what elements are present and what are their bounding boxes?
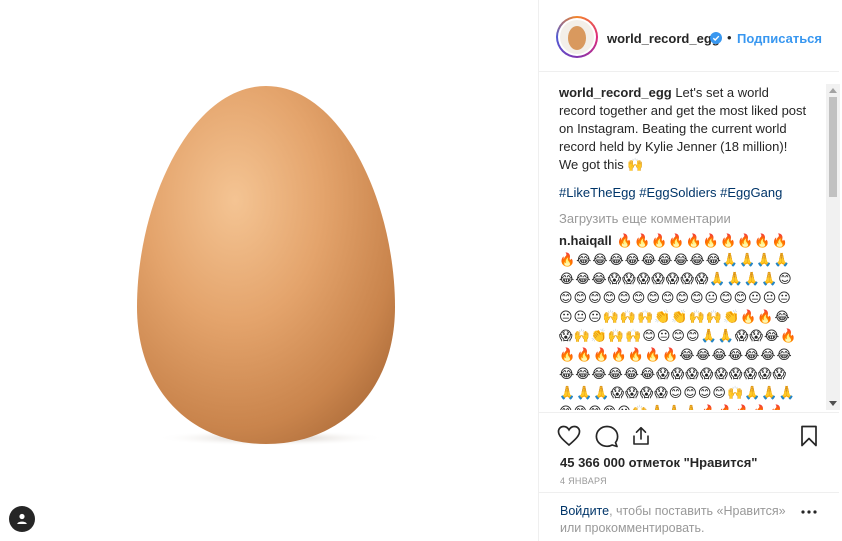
avatar[interactable] bbox=[556, 16, 598, 58]
comment-icon[interactable] bbox=[595, 425, 619, 448]
share-icon[interactable] bbox=[631, 426, 651, 446]
login-link[interactable]: Войдите bbox=[560, 504, 609, 518]
instagram-post-page: world_record_egg • Подписаться world_rec… bbox=[0, 0, 842, 541]
hashtags[interactable]: #LikeTheEgg #EggSoldiers #EggGang bbox=[559, 184, 821, 202]
caption-username[interactable]: world_record_egg bbox=[559, 85, 672, 100]
egg-avatar-icon bbox=[568, 26, 586, 50]
post-header: world_record_egg • Подписаться bbox=[539, 0, 839, 72]
comments-scrollbar[interactable] bbox=[826, 84, 840, 410]
username-link[interactable]: world_record_egg bbox=[607, 31, 720, 46]
caption: world_record_egg Let's set a world recor… bbox=[559, 84, 809, 174]
verified-badge-icon bbox=[710, 32, 722, 44]
login-prompt-text: Войдите, чтобы поставить «Нравится» или … bbox=[560, 503, 800, 537]
login-prompt: Войдите, чтобы поставить «Нравится» или … bbox=[539, 492, 839, 541]
comment-item: n.haiqall 🔥🔥🔥🔥🔥🔥🔥🔥🔥🔥🔥😂😂😂😂😂😂😂😂😂🙏🙏🙏🙏😂😂😂😱😱😱… bbox=[559, 232, 799, 410]
separator-dot: • bbox=[727, 30, 732, 45]
load-more-comments-button[interactable]: Загрузить еще комментарии bbox=[559, 210, 821, 228]
account-icon[interactable] bbox=[9, 506, 35, 532]
post-date[interactable]: 4 ЯНВАРЯ bbox=[560, 476, 607, 486]
egg-image bbox=[137, 86, 395, 446]
more-dots-icon[interactable] bbox=[801, 510, 817, 514]
post-side-panel: world_record_egg • Подписаться world_rec… bbox=[538, 0, 842, 541]
comment-username[interactable]: n.haiqall bbox=[559, 233, 612, 248]
likes-count[interactable]: 45 366 000 отметок "Нравится" bbox=[560, 455, 757, 470]
scroll-up-arrow-icon[interactable] bbox=[829, 88, 837, 93]
follow-button[interactable]: Подписаться bbox=[737, 31, 822, 46]
comment-text: 🔥🔥🔥🔥🔥🔥🔥🔥🔥🔥🔥😂😂😂😂😂😂😂😂😂🙏🙏🙏🙏😂😂😂😱😱😱😱😱😱😱🙏🙏🙏🙏😊😊… bbox=[559, 234, 798, 410]
action-bar bbox=[539, 412, 839, 454]
post-media[interactable] bbox=[0, 0, 537, 541]
scroll-down-arrow-icon[interactable] bbox=[829, 401, 837, 406]
scroll-thumb[interactable] bbox=[829, 97, 837, 197]
heart-icon[interactable] bbox=[557, 425, 581, 447]
bookmark-icon[interactable] bbox=[800, 425, 818, 447]
comments-list[interactable]: world_record_egg Let's set a world recor… bbox=[559, 84, 821, 410]
